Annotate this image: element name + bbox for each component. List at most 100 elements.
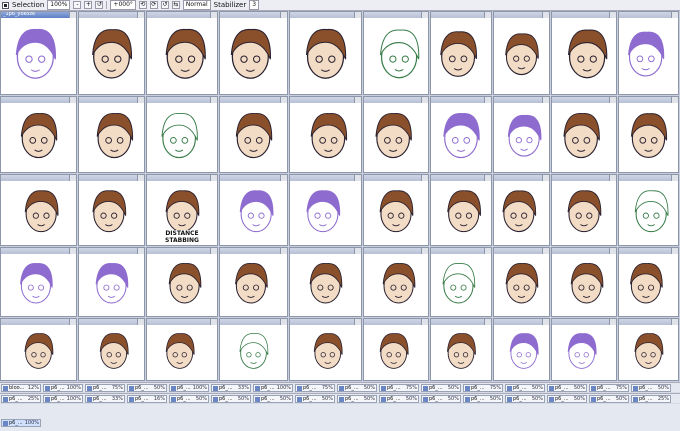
canvas-window[interactable]: [618, 11, 679, 95]
window-titlebar[interactable]: [494, 175, 549, 181]
zoom-in-button[interactable]: +: [84, 1, 93, 9]
canvas-window[interactable]: [430, 11, 492, 95]
close-icon[interactable]: [484, 248, 491, 254]
window-tab[interactable]: p6_... 50%: [505, 395, 545, 403]
canvas-window[interactable]: [618, 247, 679, 317]
close-icon[interactable]: [354, 175, 361, 181]
window-titlebar[interactable]: [79, 12, 144, 18]
canvas-window[interactable]: [219, 11, 288, 95]
canvas-window[interactable]: [0, 318, 77, 381]
window-titlebar[interactable]: [147, 248, 217, 254]
zoom-out-button[interactable]: -: [73, 1, 82, 9]
window-titlebar[interactable]: [220, 12, 287, 18]
canvas-window[interactable]: [78, 11, 145, 95]
window-titlebar[interactable]: [79, 175, 144, 181]
canvas-window[interactable]: DISTANCE STABBING: [146, 174, 218, 246]
window-titlebar[interactable]: [290, 319, 361, 325]
close-icon[interactable]: [137, 319, 144, 325]
window-titlebar[interactable]: [290, 248, 361, 254]
window-tab[interactable]: p6_... 50%: [421, 395, 461, 403]
close-icon[interactable]: [421, 175, 428, 181]
rotation-field[interactable]: +000°: [110, 0, 136, 10]
window-tab[interactable]: p6_... 100%: [253, 384, 293, 392]
close-icon[interactable]: [210, 12, 217, 18]
window-tab[interactable]: p6_... 50%: [337, 395, 377, 403]
close-icon[interactable]: [210, 319, 217, 325]
canvas-window[interactable]: [146, 11, 218, 95]
canvas-window[interactable]: [430, 174, 492, 246]
close-icon[interactable]: [671, 175, 678, 181]
canvas-window[interactable]: [551, 318, 617, 381]
window-tab[interactable]: p6_... 50%: [547, 384, 587, 392]
window-titlebar[interactable]: [431, 248, 491, 254]
canvas-window[interactable]: [289, 11, 362, 95]
window-tab[interactable]: p6_... 50%: [337, 384, 377, 392]
close-icon[interactable]: [609, 248, 616, 254]
close-icon[interactable]: [609, 319, 616, 325]
close-icon[interactable]: [542, 319, 549, 325]
canvas-window[interactable]: [363, 174, 429, 246]
window-titlebar[interactable]: [552, 248, 616, 254]
canvas-window[interactable]: [363, 247, 429, 317]
window-tab[interactable]: p6_... 100%: [43, 395, 83, 403]
canvas-window[interactable]: [551, 11, 617, 95]
canvas-window[interactable]: [78, 318, 145, 381]
close-icon[interactable]: [354, 97, 361, 103]
canvas-window[interactable]: [289, 247, 362, 317]
window-tab[interactable]: p6_... 50%: [463, 395, 503, 403]
window-titlebar[interactable]: [220, 97, 287, 103]
canvas-window[interactable]: [363, 96, 429, 173]
close-icon[interactable]: [421, 97, 428, 103]
blend-mode-select[interactable]: Normal: [182, 0, 211, 10]
window-titlebar[interactable]: [364, 319, 428, 325]
window-tab[interactable]: p6_... 50%: [169, 395, 209, 403]
window-titlebar[interactable]: [220, 248, 287, 254]
close-icon[interactable]: [421, 319, 428, 325]
canvas-window[interactable]: [618, 96, 679, 173]
canvas-window[interactable]: [618, 174, 679, 246]
window-titlebar[interactable]: _1p6_yokoze: [1, 12, 76, 18]
close-icon[interactable]: [421, 248, 428, 254]
window-tab[interactable]: p6_... 75%: [379, 384, 419, 392]
window-titlebar[interactable]: [147, 12, 217, 18]
close-icon[interactable]: [609, 12, 616, 18]
flip-button[interactable]: ⇆: [171, 1, 180, 9]
window-titlebar[interactable]: [147, 319, 217, 325]
close-icon[interactable]: [484, 97, 491, 103]
close-icon[interactable]: [69, 319, 76, 325]
window-titlebar[interactable]: [552, 12, 616, 18]
window-titlebar[interactable]: [619, 319, 678, 325]
close-icon[interactable]: [280, 175, 287, 181]
window-titlebar[interactable]: [364, 12, 428, 18]
canvas-window[interactable]: [493, 96, 550, 173]
window-tab[interactable]: p6_... 50%: [589, 395, 629, 403]
canvas-window[interactable]: [219, 318, 288, 381]
close-icon[interactable]: [542, 12, 549, 18]
canvas-window[interactable]: [289, 174, 362, 246]
rotate-reset-button[interactable]: ↺: [160, 1, 169, 9]
window-tab[interactable]: p6_... 33%: [211, 384, 251, 392]
window-titlebar[interactable]: [431, 319, 491, 325]
window-tab[interactable]: p6_... 50%: [505, 384, 545, 392]
close-icon[interactable]: [137, 248, 144, 254]
close-icon[interactable]: [137, 175, 144, 181]
window-titlebar[interactable]: [79, 248, 144, 254]
window-titlebar[interactable]: [619, 175, 678, 181]
window-titlebar[interactable]: [494, 97, 549, 103]
close-icon[interactable]: [609, 97, 616, 103]
window-tab[interactable]: p6_... 75%: [85, 384, 125, 392]
canvas-window[interactable]: _1p6_yokoze: [0, 11, 77, 95]
canvas-window[interactable]: [0, 247, 77, 317]
zoom-reset-button[interactable]: ↺: [95, 1, 104, 9]
close-icon[interactable]: [609, 175, 616, 181]
close-icon[interactable]: [542, 97, 549, 103]
close-icon[interactable]: [354, 319, 361, 325]
window-titlebar[interactable]: [1, 97, 76, 103]
rotate-right-button[interactable]: ⟳: [149, 1, 158, 9]
close-icon[interactable]: [671, 97, 678, 103]
canvas-window[interactable]: [493, 174, 550, 246]
window-tab[interactable]: p6_... 50%: [379, 395, 419, 403]
close-icon[interactable]: [671, 248, 678, 254]
close-icon[interactable]: [137, 97, 144, 103]
close-icon[interactable]: [421, 12, 428, 18]
